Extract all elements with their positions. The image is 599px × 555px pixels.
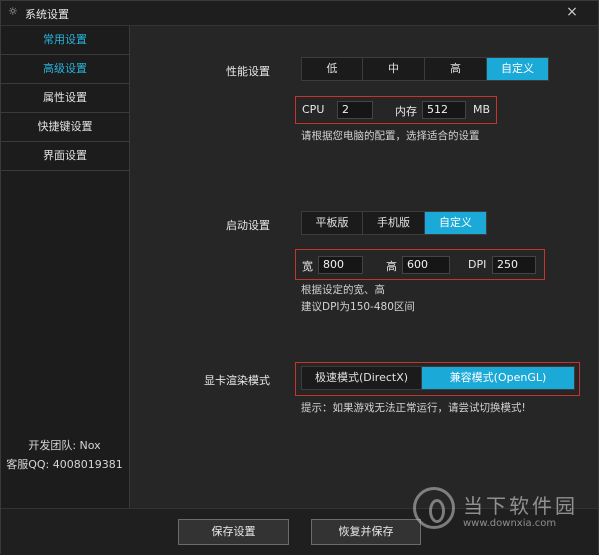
gear-icon: ☼ <box>8 5 18 18</box>
window-title: 系统设置 <box>25 8 69 21</box>
startup-label: 启动设置 <box>226 219 270 232</box>
render-mode-hint: 提示：如果游戏无法正常运行，请尝试切换模式! <box>301 402 526 414</box>
height-label: 高 <box>386 260 397 273</box>
performance-hint: 请根据您电脑的配置，选择适合的设置 <box>301 130 480 142</box>
performance-option-custom[interactable]: 自定义 <box>487 58 548 80</box>
cpu-field[interactable]: 2 <box>337 101 373 119</box>
startup-option-phone[interactable]: 手机版 <box>363 212 425 234</box>
close-button[interactable]: × <box>564 4 580 20</box>
settings-content: 性能设置 低 中 高 自定义 CPU 2 内存 512 MB 请根据您电脑的配置… <box>130 26 598 508</box>
sidebar-item-shortcuts[interactable]: 快捷键设置 <box>1 113 129 142</box>
sidebar-item-advanced[interactable]: 高级设置 <box>1 55 129 84</box>
restore-and-save-button[interactable]: 恢复并保存 <box>311 519 421 545</box>
performance-label: 性能设置 <box>226 65 270 78</box>
performance-option-high[interactable]: 高 <box>425 58 487 80</box>
memory-label: 内存 <box>395 105 417 118</box>
resolution-hint-2: 建议DPI为150-480区间 <box>301 301 415 313</box>
bottom-bar: 保存设置 恢复并保存 <box>1 508 598 555</box>
render-mode-selector: 极速模式(DirectX) 兼容模式(OpenGL) <box>301 366 575 390</box>
dev-team-text: 开发团队: Nox <box>28 439 101 452</box>
performance-option-low[interactable]: 低 <box>302 58 363 80</box>
performance-option-mid[interactable]: 中 <box>363 58 425 80</box>
sidebar-footer: 开发团队: Nox 客服QQ: 4008019381 <box>1 436 128 474</box>
render-option-opengl[interactable]: 兼容模式(OpenGL) <box>422 367 574 389</box>
memory-field[interactable]: 512 <box>422 101 466 119</box>
height-field[interactable]: 600 <box>402 256 450 274</box>
dpi-field[interactable]: 250 <box>492 256 536 274</box>
startup-option-tablet[interactable]: 平板版 <box>302 212 363 234</box>
startup-selector: 平板版 手机版 自定义 <box>301 211 487 235</box>
width-label: 宽 <box>302 260 313 273</box>
settings-window: ☼ 系统设置 × 常用设置 高级设置 属性设置 快捷键设置 界面设置 开发团队:… <box>0 0 599 555</box>
sidebar-item-interface[interactable]: 界面设置 <box>1 142 129 171</box>
render-mode-label: 显卡渲染模式 <box>204 374 270 387</box>
sidebar-item-common[interactable]: 常用设置 <box>1 26 129 55</box>
save-settings-button[interactable]: 保存设置 <box>178 519 289 545</box>
cpu-label: CPU <box>302 103 325 116</box>
render-option-directx[interactable]: 极速模式(DirectX) <box>302 367 422 389</box>
startup-option-custom[interactable]: 自定义 <box>425 212 486 234</box>
sidebar: 常用设置 高级设置 属性设置 快捷键设置 界面设置 开发团队: Nox 客服QQ… <box>1 26 130 508</box>
title-bar: ☼ 系统设置 × <box>1 1 598 26</box>
width-field[interactable]: 800 <box>318 256 363 274</box>
support-qq-text: 客服QQ: 4008019381 <box>6 458 123 471</box>
dpi-label: DPI <box>468 258 487 271</box>
sidebar-item-properties[interactable]: 属性设置 <box>1 84 129 113</box>
resolution-hint-1: 根据设定的宽、高 <box>301 284 385 296</box>
performance-selector: 低 中 高 自定义 <box>301 57 549 81</box>
memory-unit: MB <box>473 103 491 116</box>
